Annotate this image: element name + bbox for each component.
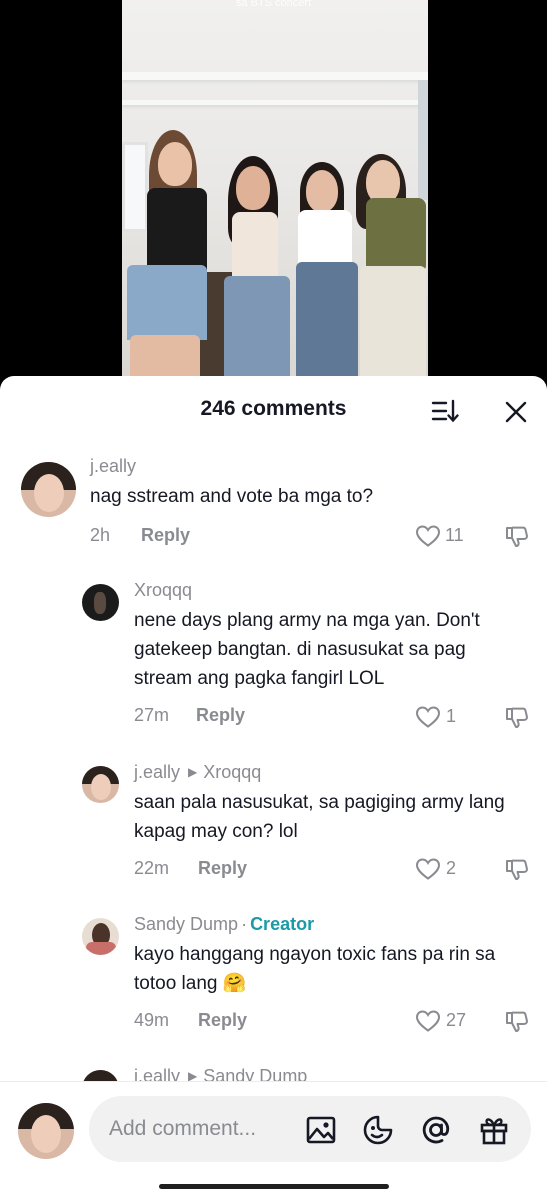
comment-username[interactable]: j.eally ▶ Xroqqq [134,762,261,783]
reply-button[interactable]: Reply [198,858,247,879]
comment-composer [0,1081,547,1199]
reply-button[interactable]: Reply [196,705,245,726]
comment-time: 22m [134,858,170,878]
dancer-2 [220,0,300,400]
reply-arrow-icon: ▶ [188,765,198,779]
heart-icon[interactable] [415,524,441,548]
video-frame[interactable] [122,0,428,400]
reply-button[interactable]: Reply [141,525,190,546]
dancer-4 [354,0,428,400]
comment-text: saan pala nasusukat, sa pagiging army la… [134,792,505,842]
sort-icon[interactable] [430,398,460,424]
reply-item: Sandy Dump · Creator kayo hanggang ngayon … [0,914,547,1034]
username-text[interactable]: Sandy Dump [134,914,238,934]
comments-count: 246 comments [200,397,347,420]
mention-icon[interactable] [420,1114,452,1146]
comment-box[interactable] [89,1096,531,1162]
comment-username[interactable]: j.eally [90,456,136,477]
avatar[interactable] [82,918,119,955]
like-count: 27 [446,1010,467,1030]
reply-button[interactable]: Reply [198,1010,247,1031]
username-text[interactable]: Xroqqq [134,580,192,600]
video-player[interactable]: sa BTS concert [0,0,547,400]
comment-text: kayo hanggang ngayon toxic fans pa rin s… [134,944,496,994]
heart-icon[interactable] [415,1009,441,1033]
username-text[interactable]: j.eally [134,762,180,782]
comment-time: 49m [134,1010,170,1030]
comment-text: nene days plang army na mga yan. Don't g… [134,610,480,689]
heart-icon[interactable] [415,705,441,729]
dislike-icon[interactable] [504,704,530,730]
like-count: 11 [445,525,464,545]
dislike-icon[interactable] [504,523,530,549]
separator-dot: · [241,914,248,934]
comment-item: j.eally nag sstream and vote ba mga to? … [0,456,547,566]
reply-item: Xroqqq nene days plang army na mga yan. … [0,580,547,730]
avatar[interactable] [82,766,119,803]
comments-header: 246 comments [0,376,547,446]
username-text[interactable]: j.eally [90,456,136,476]
heart-icon[interactable] [415,857,441,881]
video-caption: sa BTS concert [235,0,312,9]
reply-item: j.eally ▶ Xroqqq saan pala nasusukat, sa p… [0,762,547,882]
avatar[interactable] [21,462,76,517]
comment-username[interactable]: Sandy Dump · Creator [134,914,314,935]
my-avatar[interactable] [18,1103,74,1159]
like-count: 1 [446,706,457,726]
creator-badge: Creator [250,914,315,934]
dancer-3 [292,0,362,400]
comment-text: nag sstream and vote ba mga to? [90,486,374,507]
comment-input[interactable] [109,1096,309,1162]
dislike-icon[interactable] [504,1008,530,1034]
comment-username[interactable]: Xroqqq [134,580,192,601]
comment-time: 2h [90,525,111,545]
comment-time: 27m [134,705,170,725]
avatar[interactable] [82,584,119,621]
home-indicator [159,1184,389,1189]
like-count: 2 [446,858,457,878]
emoji-icon[interactable] [362,1114,394,1146]
image-icon[interactable] [305,1114,337,1146]
close-icon[interactable] [503,399,529,425]
gift-icon[interactable] [478,1114,510,1146]
dancer-1 [122,0,222,400]
comments-sheet: 246 comments j.eally nag sstream and vot… [0,376,547,1199]
dislike-icon[interactable] [504,856,530,882]
reply-to-username[interactable]: Xroqqq [203,762,261,782]
